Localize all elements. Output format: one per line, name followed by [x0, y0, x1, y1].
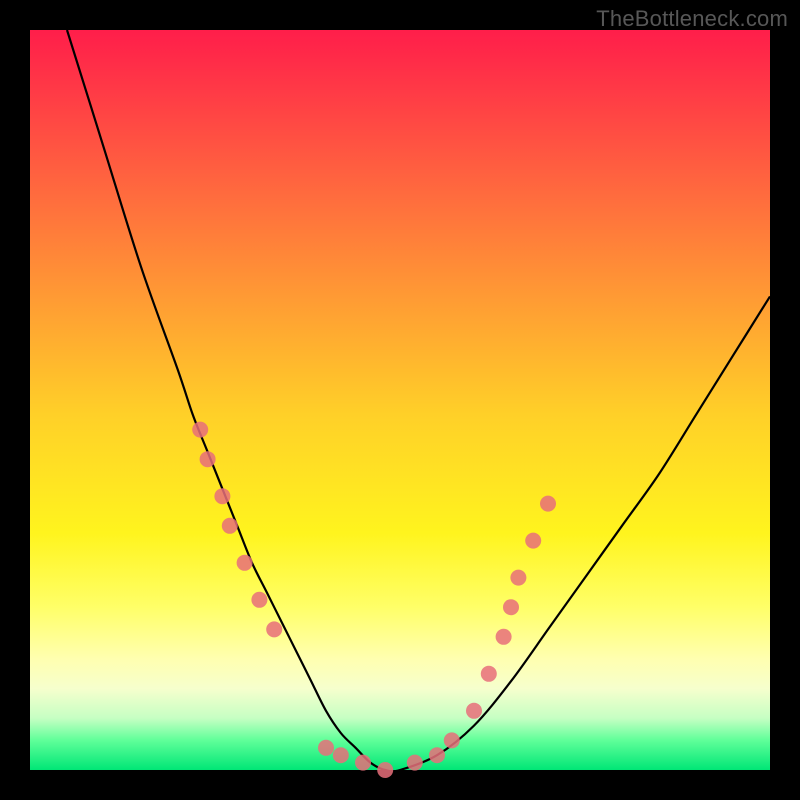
- data-marker: [214, 488, 230, 504]
- data-marker: [503, 599, 519, 615]
- watermark-text: TheBottleneck.com: [596, 6, 788, 32]
- data-marker: [251, 592, 267, 608]
- data-marker: [540, 496, 556, 512]
- data-marker: [222, 518, 238, 534]
- data-marker: [266, 621, 282, 637]
- data-marker: [377, 762, 393, 778]
- bottleneck-curve: [67, 30, 770, 771]
- plot-area: [30, 30, 770, 770]
- data-marker: [200, 451, 216, 467]
- data-marker: [444, 732, 460, 748]
- data-marker: [429, 747, 445, 763]
- chart-svg: [30, 30, 770, 770]
- data-marker: [510, 570, 526, 586]
- data-marker: [355, 755, 371, 771]
- data-marker: [407, 755, 423, 771]
- data-marker: [496, 629, 512, 645]
- marker-group: [192, 422, 556, 778]
- data-marker: [525, 533, 541, 549]
- chart-frame: TheBottleneck.com: [0, 0, 800, 800]
- data-marker: [318, 740, 334, 756]
- data-marker: [237, 555, 253, 571]
- data-marker: [192, 422, 208, 438]
- data-marker: [481, 666, 497, 682]
- data-marker: [466, 703, 482, 719]
- data-marker: [333, 747, 349, 763]
